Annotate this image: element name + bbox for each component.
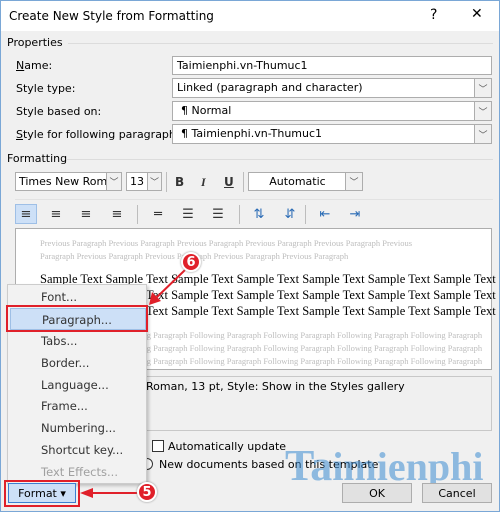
step-6-badge: 6 (181, 252, 201, 272)
step-5-badge: 5 (137, 482, 157, 502)
annotation-arrows (80, 269, 186, 498)
arrow-head (80, 488, 93, 498)
arrow-6 (155, 269, 186, 299)
